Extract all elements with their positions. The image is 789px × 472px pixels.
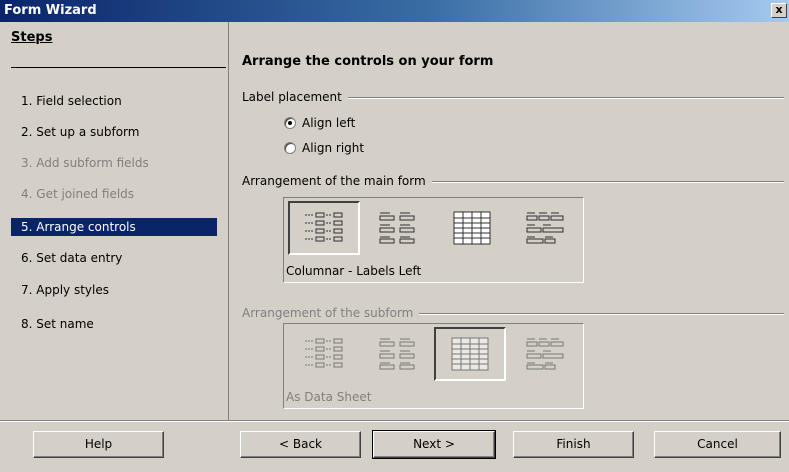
subform-arrangement-title: Arrangement of the subform bbox=[242, 306, 420, 320]
main-form-arrangement-title: Arrangement of the main form bbox=[242, 174, 432, 188]
in-blocks-labels-above-icon bbox=[526, 212, 564, 244]
columnar-labels-left-icon bbox=[305, 212, 343, 242]
subform-in-blocks-labels-above bbox=[510, 327, 582, 381]
close-icon[interactable]: x bbox=[771, 3, 787, 18]
next-button[interactable]: Next > bbox=[372, 430, 496, 459]
main-form-layout-selector: Columnar - Labels Left bbox=[283, 197, 584, 283]
step-add-subform-fields: 3. Add subform fields bbox=[21, 156, 149, 170]
main-form-layout-caption: Columnar - Labels Left bbox=[286, 264, 422, 278]
cancel-button[interactable]: Cancel bbox=[654, 431, 781, 458]
radio-unchecked-icon[interactable] bbox=[284, 142, 296, 154]
columnar-labels-left-icon bbox=[305, 338, 343, 368]
main-form-columnar-labels-left[interactable] bbox=[288, 201, 360, 255]
button-bar-divider bbox=[0, 420, 789, 422]
step-set-data-entry[interactable]: 6. Set data entry bbox=[11, 249, 217, 267]
step-arrange-controls[interactable]: 5. Arrange controls bbox=[11, 218, 217, 236]
in-blocks-labels-above-icon bbox=[526, 338, 564, 370]
step-set-name[interactable]: 8. Set name bbox=[11, 315, 217, 333]
subform-layout-selector: As Data Sheet bbox=[283, 323, 584, 409]
radio-checked-icon[interactable] bbox=[284, 117, 296, 129]
step-field-selection[interactable]: 1. Field selection bbox=[11, 92, 217, 110]
step-set-up-subform[interactable]: 2. Set up a subform bbox=[11, 123, 217, 141]
data-sheet-icon bbox=[451, 337, 489, 371]
main-form-in-blocks-labels-above[interactable] bbox=[510, 201, 582, 255]
page-title: Arrange the controls on your form bbox=[242, 54, 494, 69]
subform-data-sheet bbox=[434, 327, 506, 381]
subform-layout-caption: As Data Sheet bbox=[286, 390, 372, 404]
label-placement-title: Label placement bbox=[242, 90, 348, 104]
finish-button[interactable]: Finish bbox=[513, 431, 634, 458]
align-left-radio[interactable]: Align left bbox=[284, 115, 355, 131]
subform-columnar-labels-left bbox=[288, 327, 360, 381]
back-button[interactable]: < Back bbox=[240, 431, 361, 458]
columnar-labels-top-icon bbox=[379, 338, 415, 370]
columnar-labels-top-icon bbox=[379, 212, 415, 244]
steps-heading: Steps bbox=[11, 30, 53, 45]
help-button[interactable]: Help bbox=[33, 431, 164, 458]
window-title: Form Wizard bbox=[4, 3, 97, 18]
data-sheet-icon bbox=[453, 211, 491, 245]
steps-heading-divider bbox=[11, 67, 226, 68]
subform-columnar-labels-top bbox=[362, 327, 434, 381]
window-titlebar: Form Wizard x bbox=[0, 0, 789, 22]
step-apply-styles[interactable]: 7. Apply styles bbox=[11, 281, 217, 299]
step-get-joined-fields: 4. Get joined fields bbox=[21, 187, 135, 201]
align-right-label: Align right bbox=[302, 141, 365, 155]
main-form-columnar-labels-top[interactable] bbox=[362, 201, 434, 255]
align-right-radio[interactable]: Align right bbox=[284, 140, 364, 156]
main-form-data-sheet[interactable] bbox=[436, 201, 508, 255]
align-left-label: Align left bbox=[302, 116, 356, 130]
